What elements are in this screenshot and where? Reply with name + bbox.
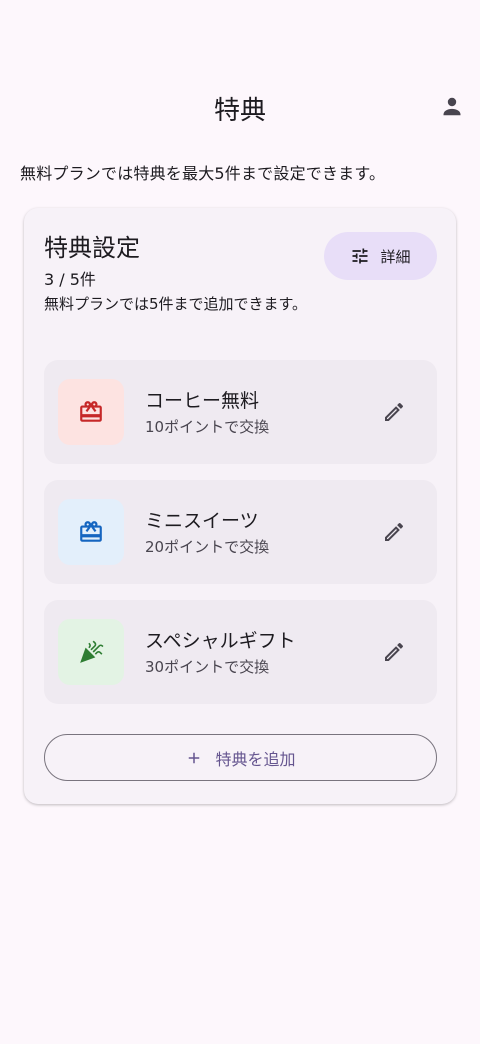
plus-icon [189, 752, 200, 763]
detail-button-label: 詳細 [380, 247, 411, 266]
add-reward-label: 特典を追加 [215, 749, 296, 769]
reward-name: コーヒー無料 [145, 390, 260, 412]
card-note: 無料プランでは5件まで追加できます。 [44, 295, 308, 313]
edit-button[interactable] [374, 392, 414, 432]
edit-button[interactable] [374, 632, 414, 672]
rewards-settings-card: 特典設定 3 / 5件 無料プランでは5件まで追加できます。 詳細 コーヒー無料… [24, 208, 456, 804]
reward-item[interactable]: スペシャルギフト 30ポイントで交換 [44, 600, 437, 704]
gift-icon [80, 521, 102, 542]
reward-cost: 30ポイントで交換 [145, 658, 270, 676]
edit-icon [385, 402, 404, 421]
card-title: 特典設定 [44, 234, 140, 262]
account-icon [443, 97, 461, 116]
reward-item[interactable]: ミニスイーツ 20ポイントで交換 [44, 480, 437, 584]
celebration-icon [80, 640, 104, 663]
reward-cost: 10ポイントで交換 [145, 418, 270, 436]
detail-button[interactable]: 詳細 [324, 232, 437, 280]
tune-icon [352, 248, 368, 264]
app-bar: 特典 [0, 76, 480, 140]
reward-thumbnail [58, 379, 124, 445]
reward-thumbnail [58, 619, 124, 685]
reward-thumbnail [58, 499, 124, 565]
edit-button[interactable] [374, 512, 414, 552]
page-title: 特典 [213, 96, 266, 126]
edit-icon [385, 522, 404, 541]
account-button[interactable] [430, 84, 474, 128]
reward-item[interactable]: コーヒー無料 10ポイントで交換 [44, 360, 437, 464]
add-reward-button[interactable]: 特典を追加 [44, 734, 437, 781]
reward-count: 3 / 5件 [44, 270, 96, 289]
edit-icon [385, 642, 404, 661]
reward-cost: 20ポイントで交換 [145, 538, 270, 556]
gift-icon [80, 401, 102, 422]
plan-info-text: 無料プランでは特典を最大5件まで設定できます。 [20, 164, 386, 183]
reward-name: ミニスイーツ [145, 510, 259, 532]
reward-name: スペシャルギフト [145, 630, 296, 652]
